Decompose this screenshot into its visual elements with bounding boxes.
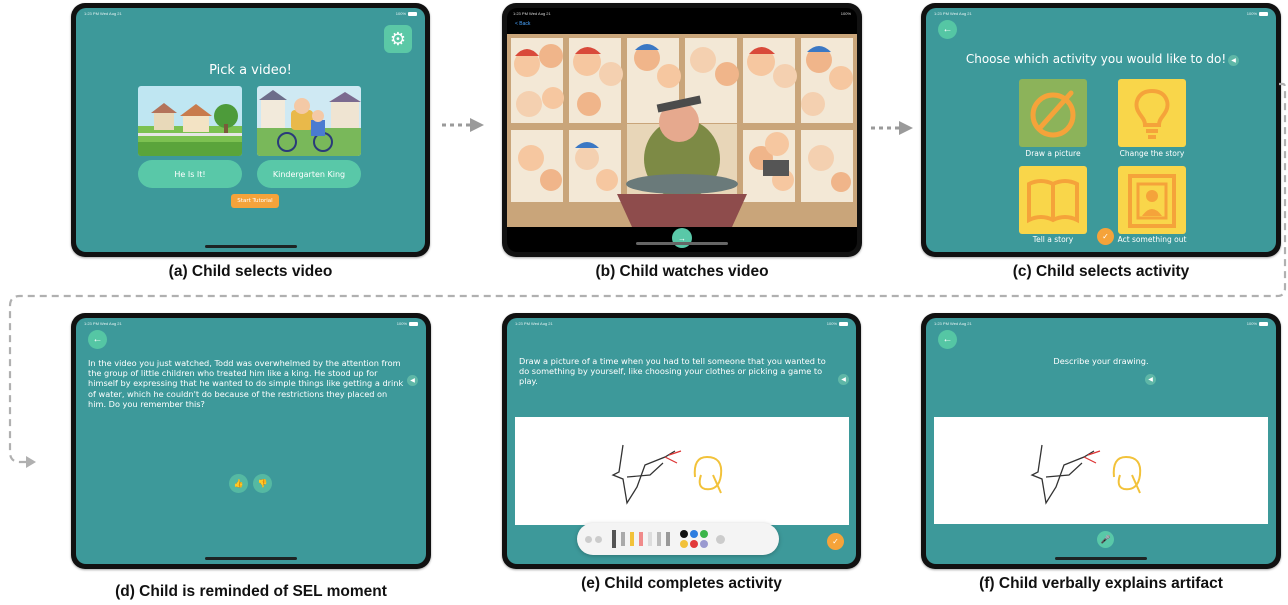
screen-explain-artifact: 1:23 PM Wed Aug 21 100% ← Describe your d…	[926, 318, 1276, 564]
checkmark-icon: ✓	[832, 537, 839, 546]
child-drawing	[611, 444, 723, 505]
speaker-icon: ◀	[1148, 377, 1153, 383]
drawing-toolbar	[577, 523, 779, 555]
arrow-left-icon: ←	[942, 334, 953, 345]
thumbs-down-button[interactable]: 👎	[253, 474, 272, 493]
back-button[interactable]: ←	[938, 20, 957, 39]
brush-tool-icon[interactable]	[666, 532, 670, 546]
tablet-complete-activity: 1:23 PM Wed Aug 21 100% Draw a picture of…	[502, 313, 861, 569]
gear-icon: ⚙	[389, 28, 407, 49]
thumbs-up-button[interactable]: 👍	[229, 474, 248, 493]
pen-tool-icon[interactable]	[612, 530, 616, 548]
back-button[interactable]: ←	[938, 330, 957, 349]
microphone-button[interactable]: 🎤	[1097, 531, 1114, 548]
status-bar: 1:23 PM Wed Aug 21 100%	[84, 11, 417, 17]
speaker-button[interactable]: ◀	[407, 375, 418, 386]
status-bar: 1:23 PM Wed Aug 21 100%	[934, 11, 1268, 17]
screen-sel-reminder: 1:23 PM Wed Aug 21 100% ← In the video yo…	[76, 318, 426, 564]
caption-d: (d) Child is reminded of SEL moment	[115, 583, 387, 600]
microphone-icon: 🎤	[1100, 535, 1111, 544]
pencil-tool-icon[interactable]	[630, 532, 634, 546]
ruler-tool-icon[interactable]	[657, 532, 661, 546]
thumbs-up-icon: 👍	[233, 479, 244, 488]
back-button[interactable]: ←	[88, 330, 107, 349]
describe-prompt: Describe your drawing.	[1053, 356, 1149, 366]
caption-f: (f) Child verbally explains artifact	[979, 575, 1223, 592]
more-icon[interactable]	[716, 534, 725, 544]
marker-tool-icon[interactable]	[621, 532, 625, 546]
status-bar: 1:23 PM Wed Aug 21 100%	[934, 321, 1268, 327]
color-palette[interactable]	[680, 530, 708, 548]
drawing-artifact	[934, 417, 1268, 524]
status-bar: 1:23 PM Wed Aug 21 100%	[515, 321, 848, 327]
speaker-button[interactable]: ◀	[838, 374, 849, 385]
settings-button[interactable]: ⚙	[384, 25, 412, 53]
back-link[interactable]: < Back	[515, 21, 530, 27]
eraser-tool-icon[interactable]	[639, 532, 643, 546]
tablet-explain-artifact: 1:23 PM Wed Aug 21 100% ← Describe your d…	[921, 313, 1281, 569]
child-drawing	[1030, 444, 1142, 505]
tablet-sel-reminder: 1:23 PM Wed Aug 21 100% ← In the video yo…	[71, 313, 431, 569]
checkmark-button[interactable]: ✓	[827, 533, 844, 550]
speaker-button[interactable]: ◀	[1228, 55, 1239, 66]
screen-complete-activity: 1:23 PM Wed Aug 21 100% Draw a picture of…	[507, 318, 856, 564]
lasso-tool-icon[interactable]	[648, 532, 652, 546]
page-title: Pick a video!	[209, 63, 292, 78]
thumbs-down-icon: 👎	[257, 479, 268, 488]
arrow-left-icon: ←	[92, 334, 103, 345]
activity-prompt: Draw a picture of a time when you had to…	[519, 356, 826, 387]
speaker-icon: ◀	[841, 377, 846, 383]
page-title: Choose which activity you would like to …	[965, 52, 1227, 66]
undo-icon[interactable]	[585, 535, 592, 543]
caption-e: (e) Child completes activity	[581, 575, 782, 592]
speaker-icon: ◀	[1231, 58, 1236, 64]
home-indicator	[205, 557, 297, 560]
redo-icon[interactable]	[595, 535, 602, 543]
status-bar: 1:23 PM Wed Aug 21 100%	[84, 321, 418, 327]
sel-reminder-text: In the video you just watched, Todd was …	[88, 358, 404, 409]
home-indicator	[1055, 557, 1147, 560]
arrow-left-icon: ←	[942, 24, 953, 35]
speaker-icon: ◀	[410, 378, 415, 384]
status-bar: 1:23 PM Wed Aug 21 100%	[513, 11, 851, 16]
speaker-button[interactable]: ◀	[1145, 374, 1156, 385]
drawing-canvas[interactable]	[515, 417, 849, 525]
